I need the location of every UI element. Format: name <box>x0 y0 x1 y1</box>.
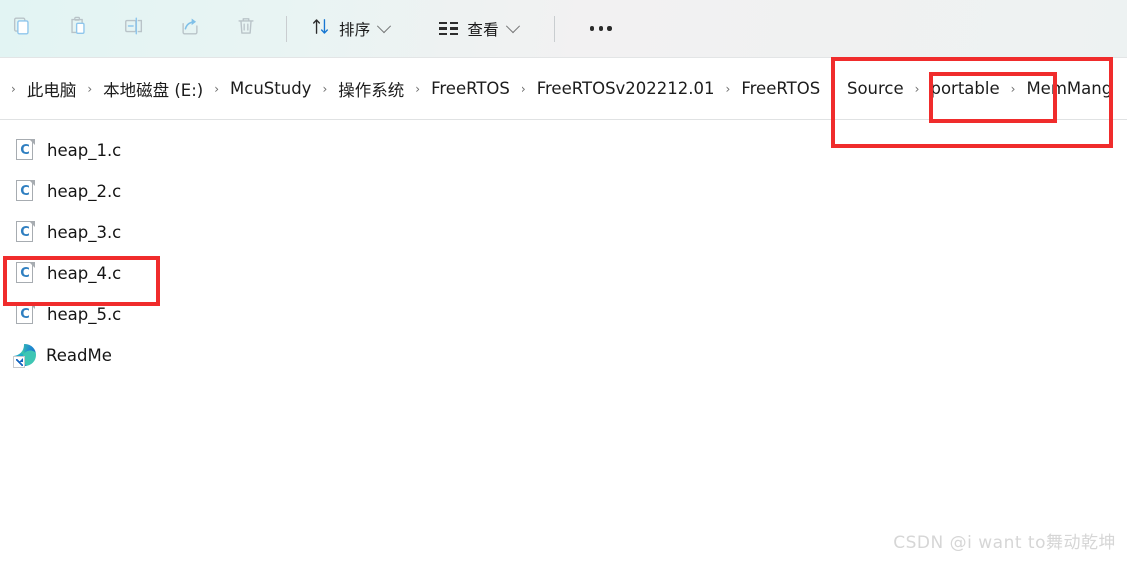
share-button[interactable] <box>162 9 218 49</box>
breadcrumb-leading-chevron-icon: › <box>11 81 16 96</box>
breadcrumb-chevron-icon: › <box>415 81 421 96</box>
rename-button[interactable] <box>106 9 162 49</box>
breadcrumb-item-mcustudy[interactable]: McuStudy <box>226 76 315 101</box>
breadcrumb-item-freertos-inner[interactable]: FreeRTOS <box>737 76 824 101</box>
csdn-watermark: CSDN @i want to舞动乾坤 <box>893 533 1116 553</box>
copy-icon <box>11 15 33 42</box>
breadcrumb-chevron-icon: › <box>322 81 328 96</box>
toolbar-divider-1 <box>286 15 287 42</box>
edge-shortcut-icon <box>12 342 37 368</box>
paste-button[interactable] <box>50 9 106 49</box>
breadcrumb-chevron-icon: › <box>725 81 731 96</box>
c-file-icon: C <box>16 262 35 285</box>
delete-icon <box>235 15 257 42</box>
file-name: heap_3.c <box>47 223 122 242</box>
see-more-button[interactable] <box>573 9 629 49</box>
breadcrumb-chevron-icon: › <box>914 81 920 96</box>
copy-button[interactable] <box>0 9 50 49</box>
list-item[interactable]: C heap_1.c <box>0 130 1127 171</box>
breadcrumb-item-this-pc[interactable]: 此电脑 <box>23 74 81 104</box>
breadcrumb-item-local-disk-e[interactable]: 本地磁盘 (E:) <box>99 74 207 104</box>
list-item[interactable]: C heap_5.c <box>0 294 1127 335</box>
list-item[interactable]: C heap_2.c <box>0 171 1127 212</box>
sort-button[interactable]: 排序 <box>299 9 401 49</box>
list-item[interactable]: C heap_4.c <box>0 253 1127 294</box>
file-list: C heap_1.c C heap_2.c C heap_3.c C heap_… <box>0 130 1127 376</box>
share-icon <box>179 15 201 42</box>
breadcrumb-bottom-border <box>0 119 1127 120</box>
list-item[interactable]: ReadMe <box>0 335 1127 376</box>
view-button-label: 查看 <box>467 20 499 39</box>
breadcrumb-item-source[interactable]: Source <box>843 76 908 101</box>
view-list-icon <box>439 21 459 36</box>
chevron-down-icon <box>377 18 392 33</box>
breadcrumb-chevron-icon: › <box>520 81 526 96</box>
breadcrumb-chevron-icon: › <box>831 81 836 96</box>
sort-arrows-icon <box>311 17 330 41</box>
breadcrumb-item-os[interactable]: 操作系统 <box>334 74 408 104</box>
breadcrumb-chevron-icon: › <box>87 81 93 96</box>
chevron-down-icon <box>505 18 520 33</box>
breadcrumb-item-memmang[interactable]: MemMang <box>1022 76 1116 101</box>
file-name: heap_4.c <box>47 264 122 283</box>
c-file-icon: C <box>16 303 35 326</box>
file-name: heap_5.c <box>47 305 122 324</box>
sort-button-label: 排序 <box>339 20 371 39</box>
breadcrumb-item-freertos[interactable]: FreeRTOS <box>427 76 514 101</box>
delete-button[interactable] <box>218 9 274 49</box>
breadcrumb-chevron-icon: › <box>214 81 220 96</box>
c-file-icon: C <box>16 139 35 162</box>
explorer-command-bar: 排序 查看 <box>0 0 1127 57</box>
breadcrumb-item-portable[interactable]: portable <box>926 76 1003 101</box>
file-name: heap_2.c <box>47 182 122 201</box>
c-file-icon: C <box>16 221 35 244</box>
list-item[interactable]: C heap_3.c <box>0 212 1127 253</box>
breadcrumb-chevron-icon: › <box>1010 81 1016 96</box>
c-file-icon: C <box>16 180 35 203</box>
paste-icon <box>67 15 89 42</box>
ellipsis-icon <box>590 26 612 31</box>
file-name: heap_1.c <box>47 141 122 160</box>
rename-icon <box>123 15 145 42</box>
toolbar-divider-2 <box>553 15 555 42</box>
view-button[interactable]: 查看 <box>427 9 529 49</box>
file-name: ReadMe <box>46 346 112 365</box>
breadcrumb-item-freertosv202212-01[interactable]: FreeRTOSv202212.01 <box>533 76 719 101</box>
address-breadcrumb-bar[interactable]: › 此电脑 › 本地磁盘 (E:) › McuStudy › 操作系统 › Fr… <box>0 58 1127 119</box>
